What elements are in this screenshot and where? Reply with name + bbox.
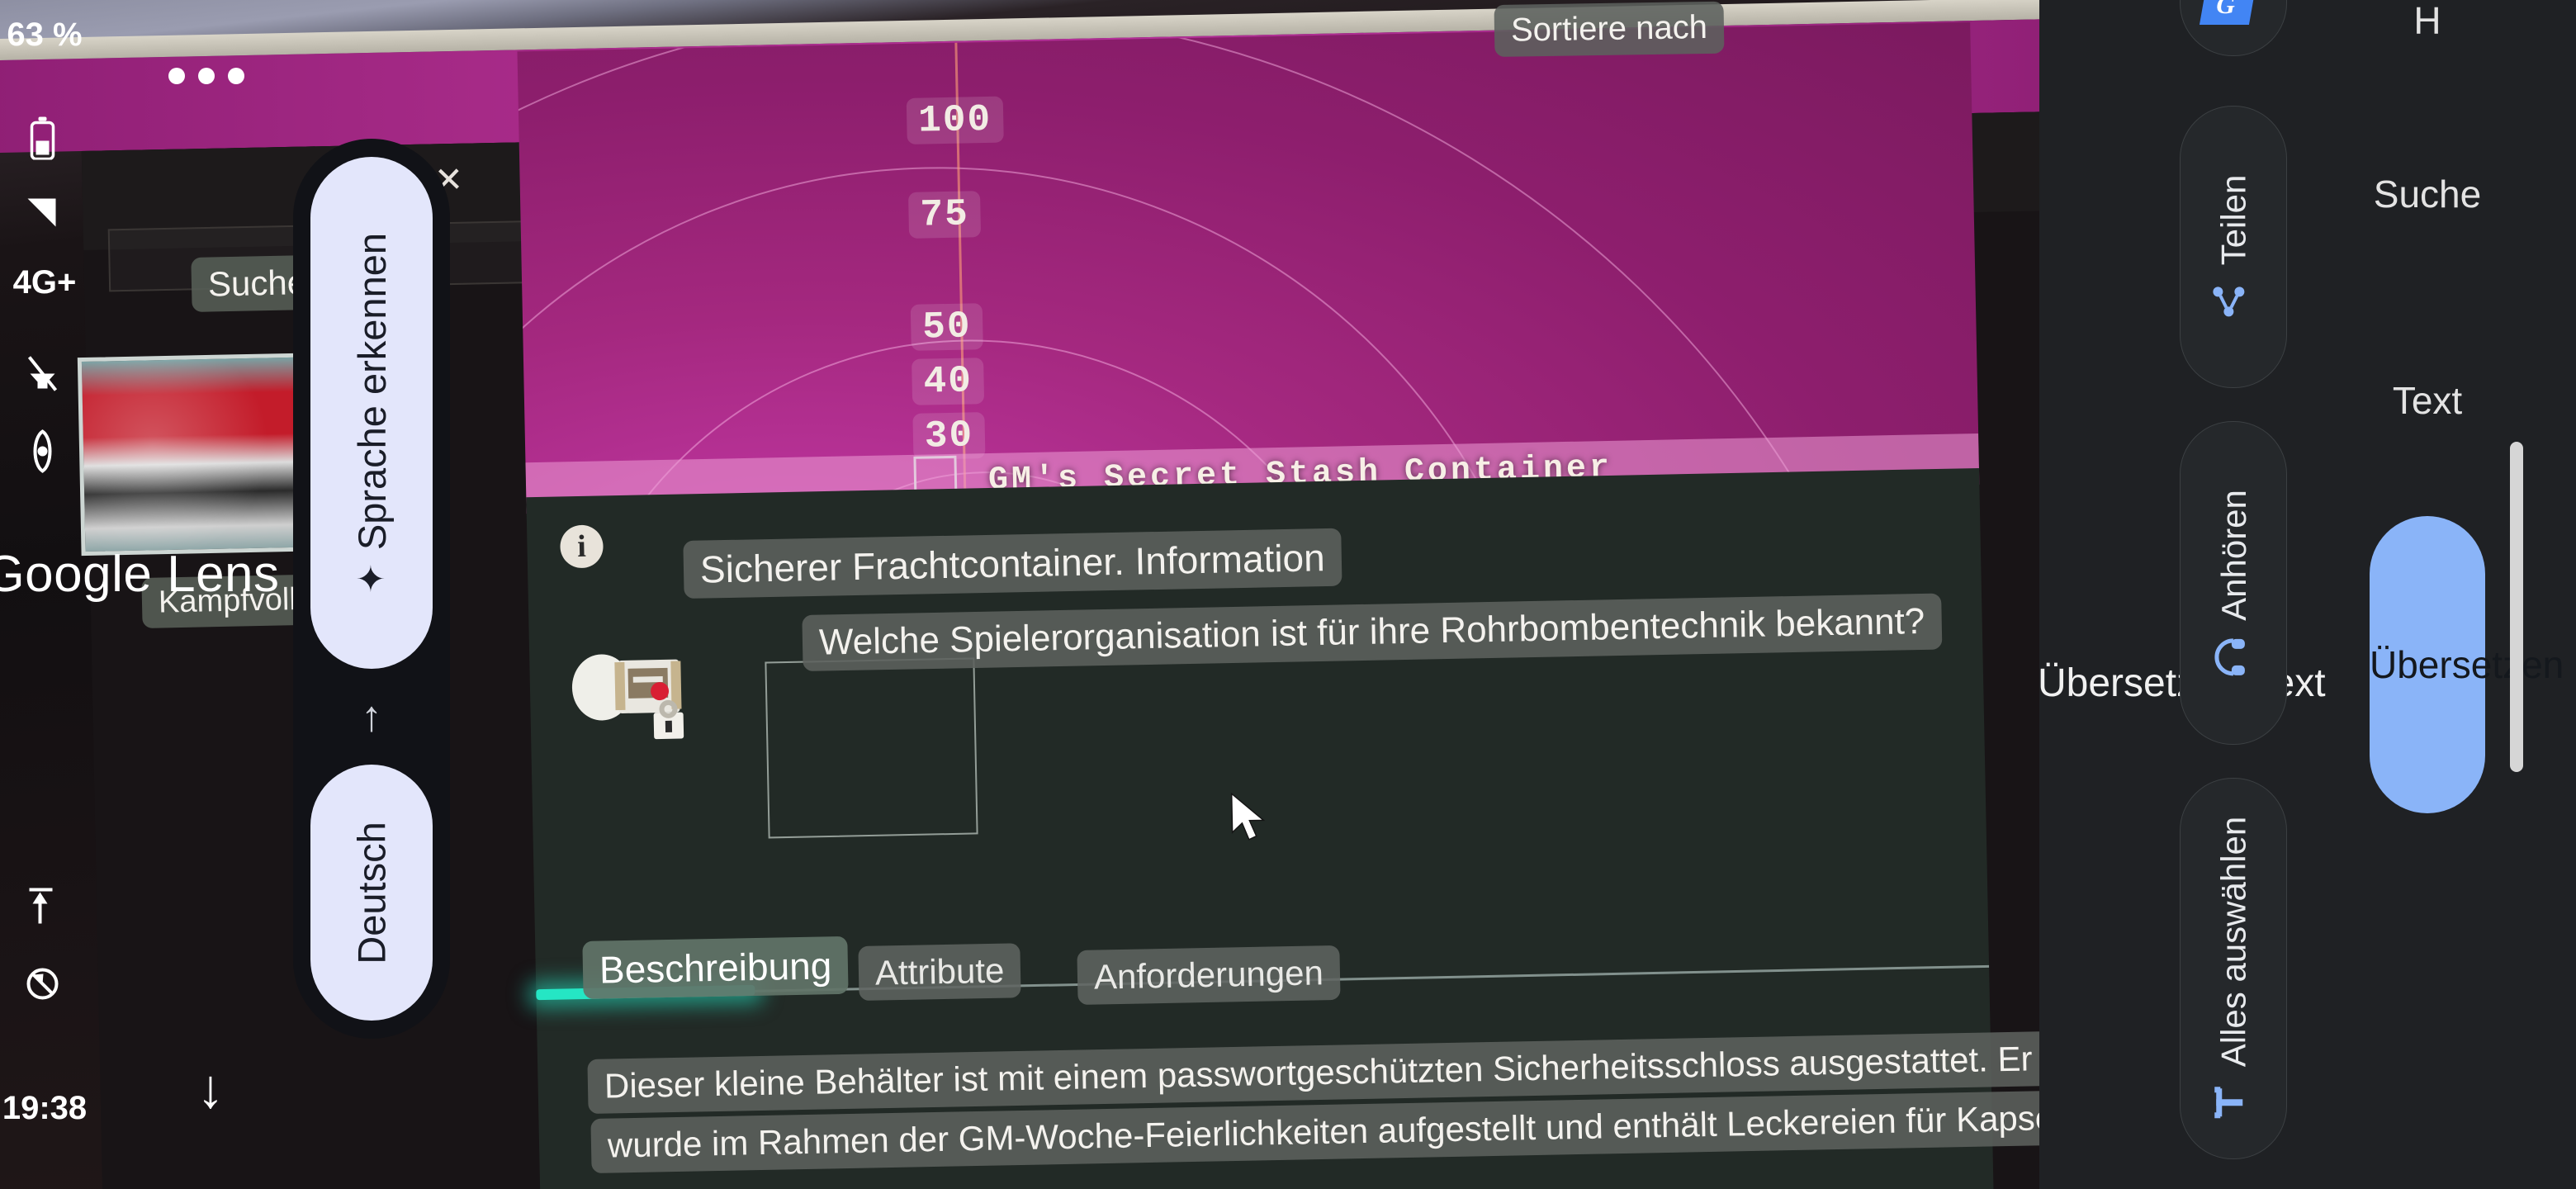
action-chip-label: Teilen bbox=[2214, 174, 2253, 265]
scrollbar[interactable] bbox=[2510, 442, 2523, 772]
select-text-icon bbox=[2210, 1083, 2257, 1121]
listen-icon bbox=[2212, 637, 2256, 676]
target-language-label: Deutsch bbox=[349, 822, 395, 964]
action-chip-select-text[interactable]: Alles auswählen bbox=[2180, 778, 2287, 1159]
clock-label: 19:38 bbox=[2, 1090, 87, 1126]
translated-text-label: Übersetzter Text bbox=[2038, 661, 2153, 706]
rotation-lock-icon bbox=[0, 964, 89, 1003]
mode-tab-übersetzen[interactable]: Übersetzen bbox=[2370, 516, 2485, 813]
signal-icon bbox=[0, 194, 89, 231]
sparkle-icon: ✦ bbox=[351, 563, 393, 594]
screen: ✕ st oat 100 75 50 40 30 GM's bbox=[0, 0, 2576, 1189]
collapse-panel-icon[interactable]: ↓ bbox=[169, 1057, 252, 1120]
hud-value-30: 30 bbox=[912, 412, 985, 460]
download-icon bbox=[0, 890, 89, 922]
action-chip-listen[interactable]: Anhören bbox=[2180, 421, 2287, 745]
share-icon bbox=[2210, 282, 2257, 320]
mute-icon bbox=[0, 355, 89, 392]
game-radar-panel: 100 75 50 40 30 GM's Secret Stash Contai… bbox=[517, 22, 1979, 514]
hud-value-50: 50 bbox=[911, 303, 983, 351]
game-tab-beschreibung[interactable]: Beschreibung bbox=[582, 936, 849, 999]
mode-tab-h[interactable]: H bbox=[2370, 0, 2485, 66]
game-tab-anforderungen[interactable]: Anforderungen bbox=[1077, 945, 1340, 1005]
hud-value-100: 100 bbox=[907, 97, 1004, 144]
action-chip-share[interactable]: Teilen bbox=[2180, 106, 2287, 388]
mode-tab-label: Übersetzen bbox=[2370, 643, 2564, 686]
game-item-thumbnail[interactable] bbox=[78, 353, 321, 556]
action-chip-label: Anhören bbox=[2214, 490, 2253, 621]
source-language-chip[interactable]: ✦ Sprache erkennen bbox=[310, 157, 433, 669]
item-icon bbox=[566, 642, 709, 752]
hud-value-75: 75 bbox=[908, 191, 981, 239]
language-selector[interactable]: Deutsch ↑ ✦ Sprache erkennen bbox=[293, 139, 450, 1039]
battery-icon bbox=[0, 124, 89, 153]
mode-tab-label: Text bbox=[2393, 379, 2462, 422]
battery-percent-label: 63 % bbox=[7, 17, 82, 53]
source-language-label: Sprache erkennen bbox=[349, 233, 395, 550]
target-language-chip[interactable]: Deutsch bbox=[310, 765, 433, 1021]
mode-tab-list[interactable]: H Suche Text Übersetzen bbox=[2370, 0, 2485, 1189]
game-tab-attribute[interactable]: Attribute bbox=[858, 943, 1021, 1000]
translation-bubble[interactable]: Sortiere nach bbox=[1494, 2, 1725, 58]
hud-value-40: 40 bbox=[912, 358, 984, 405]
mode-tab-suche[interactable]: Suche bbox=[2370, 99, 2485, 289]
eye-icon bbox=[0, 436, 89, 467]
action-chip-list[interactable]: Teilen Anhören Alles auswählen bbox=[2180, 0, 2337, 1156]
more-options-icon[interactable] bbox=[168, 68, 244, 84]
action-chip-label: Alles auswählen bbox=[2214, 816, 2253, 1067]
swap-languages-icon[interactable]: ↑ bbox=[361, 695, 382, 738]
mode-tab-label: Suche bbox=[2374, 173, 2481, 216]
item-empty-slot[interactable] bbox=[765, 657, 978, 838]
mode-tab-text[interactable]: Text bbox=[2370, 330, 2485, 471]
mode-tab-label: H bbox=[2413, 0, 2441, 42]
network-type-label: 4G+ bbox=[13, 264, 77, 301]
